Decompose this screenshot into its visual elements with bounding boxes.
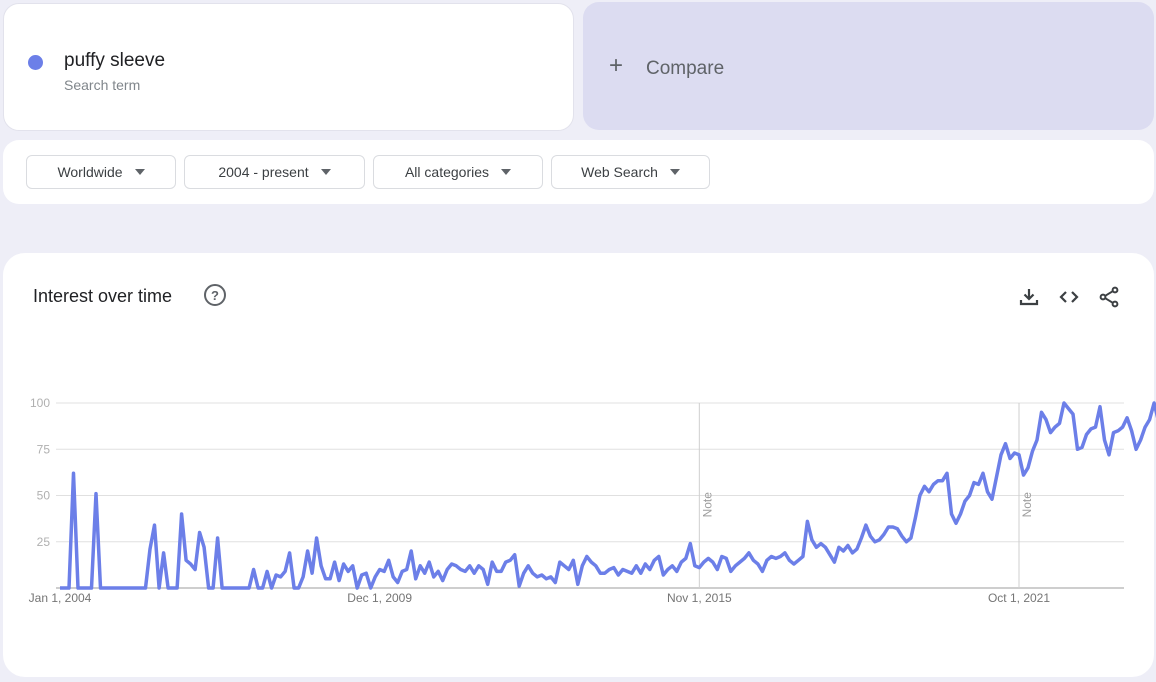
interest-over-time-card: Interest over time ? [3,253,1154,677]
chart-title: Interest over time [33,286,173,306]
compare-button[interactable]: + Compare [583,2,1154,130]
share-icon[interactable] [1097,285,1121,309]
search-term-subtitle: Search term [64,77,141,93]
category-dropdown-label: All categories [404,164,490,180]
caret-down-icon [134,169,145,175]
search-term-card[interactable]: puffy sleeve Search term [3,3,574,131]
time-range-dropdown-label: 2004 - present [218,164,309,180]
series-color-dot [28,55,43,70]
region-dropdown[interactable]: Worldwide [26,155,176,189]
search-term-name[interactable]: puffy sleeve [64,50,165,72]
caret-down-icon [669,169,680,175]
plus-icon: + [609,52,624,79]
help-icon[interactable]: ? [204,284,226,306]
region-dropdown-label: Worldwide [57,164,123,180]
filter-bar: Worldwide 2004 - present All categories … [3,140,1154,204]
download-icon[interactable] [1017,285,1041,309]
compare-label: Compare [646,58,725,79]
category-dropdown[interactable]: All categories [373,155,543,189]
search-type-dropdown[interactable]: Web Search [551,155,710,189]
embed-icon[interactable] [1057,285,1081,309]
time-range-dropdown[interactable]: 2004 - present [184,155,365,189]
search-type-dropdown-label: Web Search [581,164,658,180]
caret-down-icon [501,169,512,175]
caret-down-icon [320,169,331,175]
